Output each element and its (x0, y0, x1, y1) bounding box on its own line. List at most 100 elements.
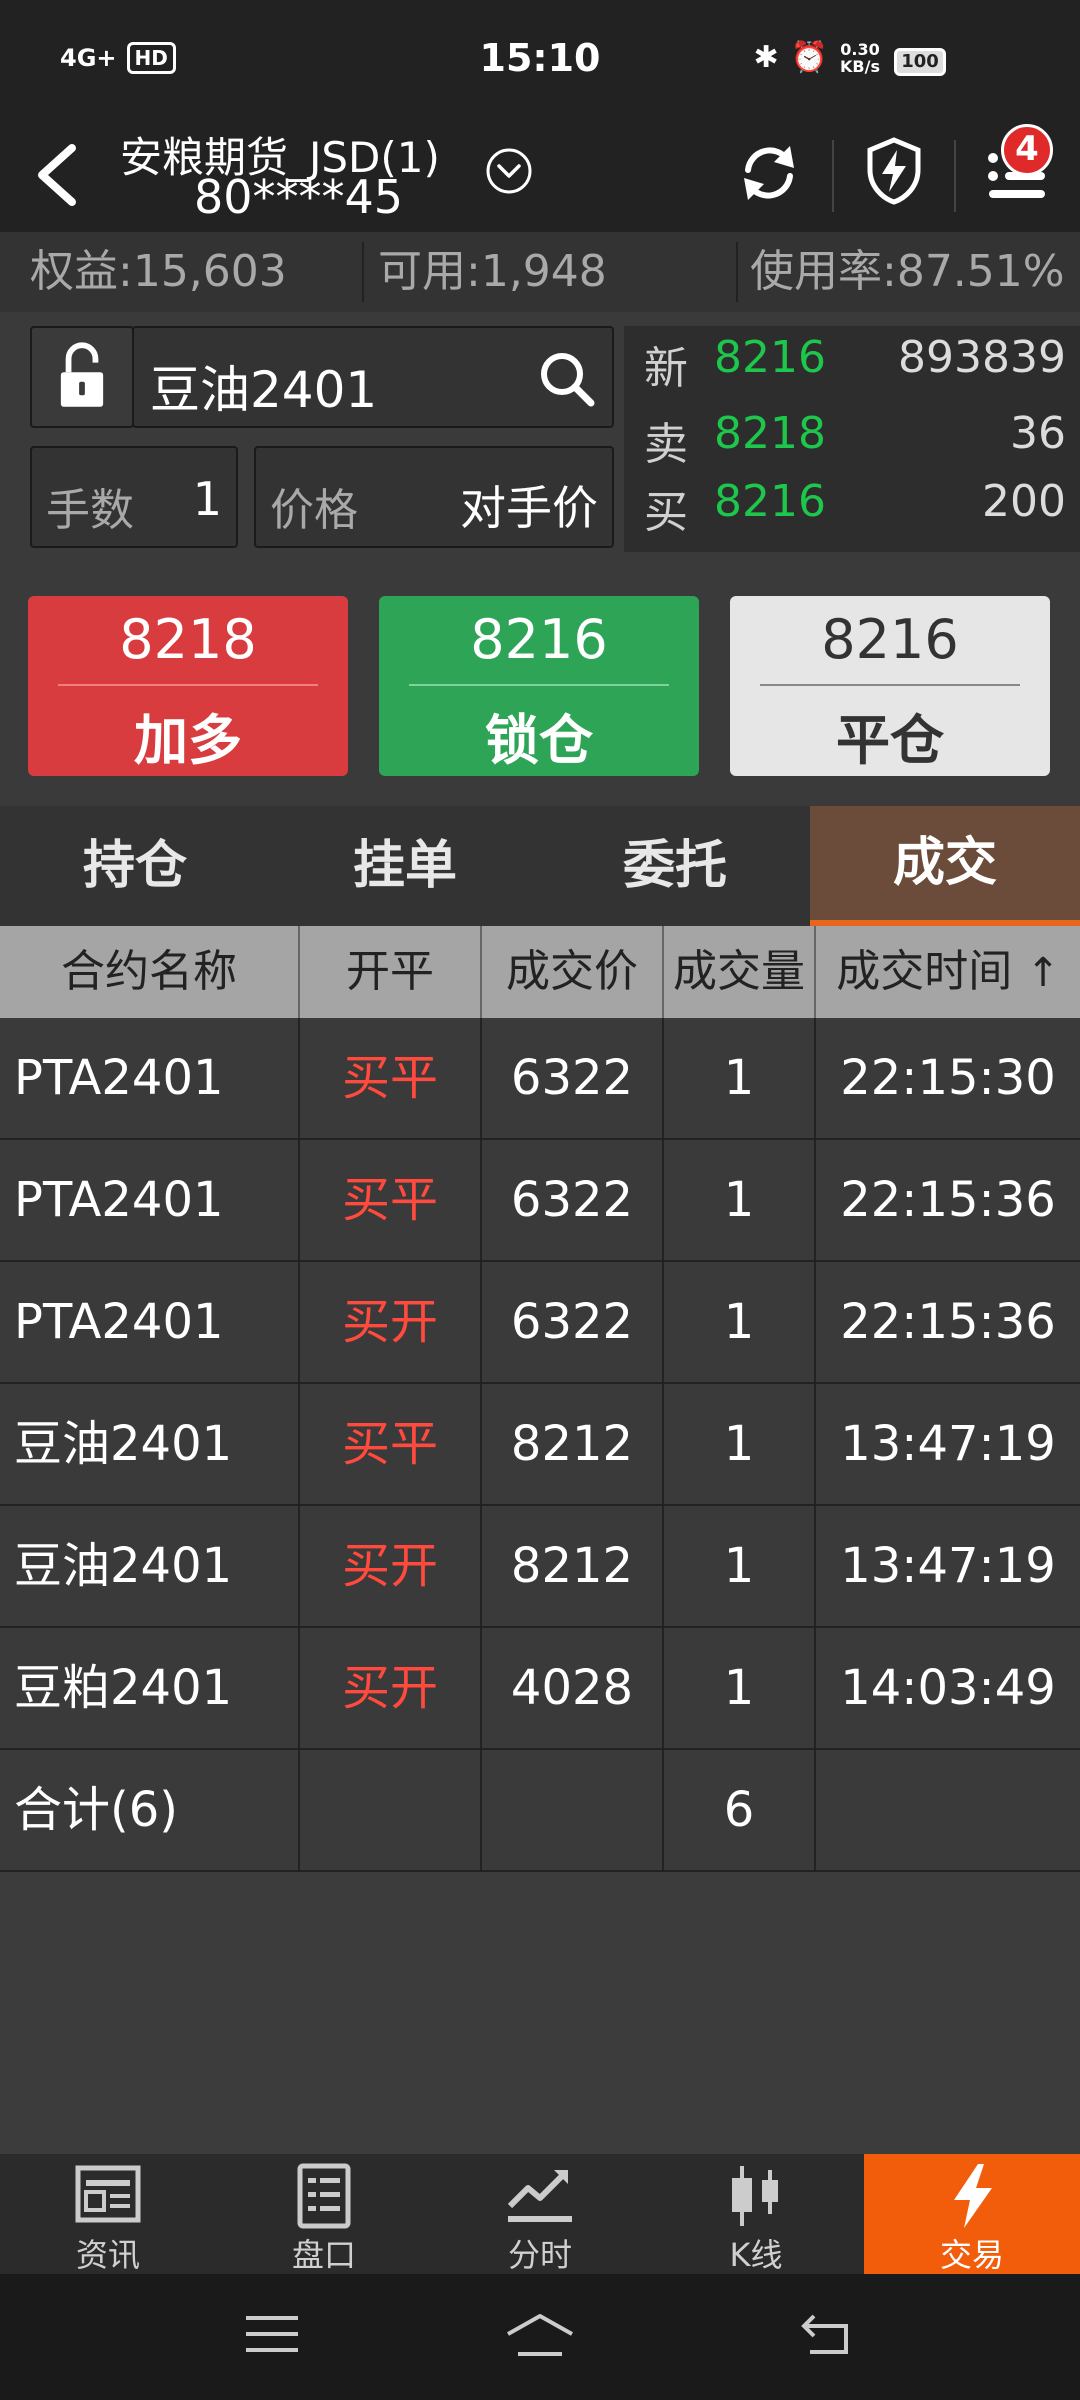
chevron-down-icon[interactable] (484, 146, 534, 196)
open-close-cell: 买开 (300, 1506, 482, 1626)
total-label: 合计(6) (0, 1750, 300, 1870)
order-book-icon (297, 2163, 351, 2229)
volume-cell: 1 (664, 1262, 816, 1382)
table-row[interactable]: PTA2401 买平 6322 1 22:15:36 (0, 1140, 1080, 1262)
column-header-open-close[interactable]: 开平 (300, 926, 482, 1018)
sort-ascending-icon: ↑ (1026, 950, 1060, 996)
volume-cell: 1 (664, 1384, 816, 1504)
table-header: 合约名称 开平 成交价 成交量 成交时间 ↑ (0, 926, 1080, 1018)
contract-name: 豆油2401 (150, 361, 378, 419)
time-cell: 22:15:36 (840, 1172, 1056, 1228)
open-close-cell: 买平 (300, 1140, 482, 1260)
close-position-label: 平仓 (836, 709, 944, 772)
time-cell: 13:47:19 (840, 1416, 1056, 1472)
usage-rate-value: 使用率:87.51% (750, 246, 1065, 297)
column-header-contract[interactable]: 合约名称 (0, 926, 300, 1018)
status-bar: 4G+ HD 15:10 ✱ ⏰ 0.30 KB/s 100 (0, 0, 1080, 120)
contract-cell: 豆粕2401 (0, 1628, 300, 1748)
last-price-row: 新 8216 893839 (624, 332, 1080, 402)
alarm-icon: ⏰ (790, 40, 829, 75)
tab-bar: 持仓 挂单 委托 成交 (0, 806, 1080, 926)
volume-cell: 1 (664, 1628, 816, 1748)
open-close-cell: 买开 (300, 1262, 482, 1382)
account-number[interactable]: 80****45 (194, 170, 403, 224)
nav-order-book-label: 盘口 (291, 2236, 356, 2274)
header-divider (954, 140, 956, 212)
column-header-time[interactable]: 成交时间 ↑ (816, 926, 1080, 1018)
table-row[interactable]: PTA2401 买平 6322 1 22:15:30 (0, 1018, 1080, 1140)
quote-panel: 新 8216 893839 卖 8218 36 买 8216 200 (624, 326, 1080, 552)
open-close-cell: 买开 (300, 1628, 482, 1748)
price-input[interactable]: 价格 对手价 (254, 446, 614, 548)
tab-orders[interactable]: 委托 (540, 806, 810, 926)
header-divider (832, 140, 834, 212)
lots-input[interactable]: 手数 1 (30, 446, 238, 548)
contract-cell: 豆油2401 (0, 1506, 300, 1626)
intraday-chart-icon (507, 2170, 572, 2222)
refresh-icon[interactable] (738, 140, 800, 206)
lock-position-button[interactable]: 8216 锁仓 (379, 596, 699, 776)
add-long-label: 加多 (134, 709, 242, 772)
add-long-button[interactable]: 8218 加多 (28, 596, 348, 776)
total-price-cell (482, 1750, 664, 1870)
price-cell: 4028 (482, 1628, 664, 1748)
nav-news[interactable]: 资讯 (0, 2154, 216, 2274)
tab-trades[interactable]: 成交 (810, 806, 1080, 926)
bid-volume: 200 (982, 476, 1066, 527)
back-arrow-icon[interactable] (28, 140, 88, 210)
summary-divider (736, 242, 738, 302)
ask-row: 卖 8218 36 (624, 408, 1080, 478)
app-header: 安粮期货_JSD(1) 80****45 (0, 120, 1080, 232)
total-open-close-cell (300, 1750, 482, 1870)
table-row[interactable]: 豆油2401 买平 8212 1 13:47:19 (0, 1384, 1080, 1506)
recent-apps-icon[interactable] (242, 2310, 302, 2360)
available-value: 可用:1,948 (378, 246, 607, 297)
total-time-cell (816, 1750, 1080, 1870)
lots-value: 1 (192, 472, 222, 526)
tab-positions[interactable]: 持仓 (0, 806, 270, 926)
table-row[interactable]: PTA2401 买开 6322 1 22:15:36 (0, 1262, 1080, 1384)
time-cell: 13:47:19 (840, 1538, 1056, 1594)
order-entry-panel: 豆油2401 手数 1 价格 对手价 新 8216 893839 卖 8218 … (0, 312, 1080, 806)
speed-unit: KB/s (840, 56, 880, 76)
button-divider (409, 684, 669, 686)
ask-volume: 36 (1010, 408, 1066, 459)
last-label: 新 (644, 343, 688, 394)
system-navigation-bar (0, 2274, 1080, 2400)
bid-label: 买 (644, 487, 688, 538)
price-cell: 6322 (482, 1262, 664, 1382)
column-header-time-label: 成交时间 (836, 946, 1013, 997)
nav-intraday[interactable]: 分时 (432, 2154, 648, 2274)
notification-badge[interactable]: 4 (1001, 124, 1053, 176)
contract-selector[interactable]: 豆油2401 (132, 326, 614, 428)
close-position-price: 8216 (821, 608, 959, 671)
close-position-button[interactable]: 8216 平仓 (730, 596, 1050, 776)
nav-trade-label: 交易 (939, 2236, 1004, 2274)
price-cell: 6322 (482, 1140, 664, 1260)
open-close-cell: 买平 (300, 1018, 482, 1138)
table-total-row: 合计(6) 6 (0, 1750, 1080, 1872)
shield-lightning-icon[interactable] (864, 136, 924, 206)
ask-price: 8218 (714, 408, 826, 459)
tab-pending-orders[interactable]: 挂单 (270, 806, 540, 926)
price-label: 价格 (270, 485, 358, 536)
speed-value: 0.30 (840, 39, 880, 59)
last-volume: 893839 (898, 332, 1066, 383)
nav-trade[interactable]: 交易 (864, 2154, 1080, 2274)
button-divider (58, 684, 318, 686)
contract-cell: PTA2401 (0, 1018, 300, 1138)
back-icon[interactable] (796, 2310, 856, 2360)
bluetooth-icon: ✱ (753, 40, 779, 75)
nav-kline[interactable]: K线 (648, 2154, 864, 2274)
equity-value: 权益:15,603 (30, 246, 287, 297)
search-icon[interactable] (538, 350, 596, 408)
home-icon[interactable] (502, 2310, 578, 2360)
lock-toggle-button[interactable] (30, 326, 134, 428)
table-row[interactable]: 豆油2401 买开 8212 1 13:47:19 (0, 1506, 1080, 1628)
lock-position-price: 8216 (470, 608, 608, 671)
time-cell: 14:03:49 (840, 1660, 1056, 1716)
column-header-price[interactable]: 成交价 (482, 926, 664, 1018)
table-row[interactable]: 豆粕2401 买开 4028 1 14:03:49 (0, 1628, 1080, 1750)
column-header-volume[interactable]: 成交量 (664, 926, 816, 1018)
nav-order-book[interactable]: 盘口 (216, 2154, 432, 2274)
